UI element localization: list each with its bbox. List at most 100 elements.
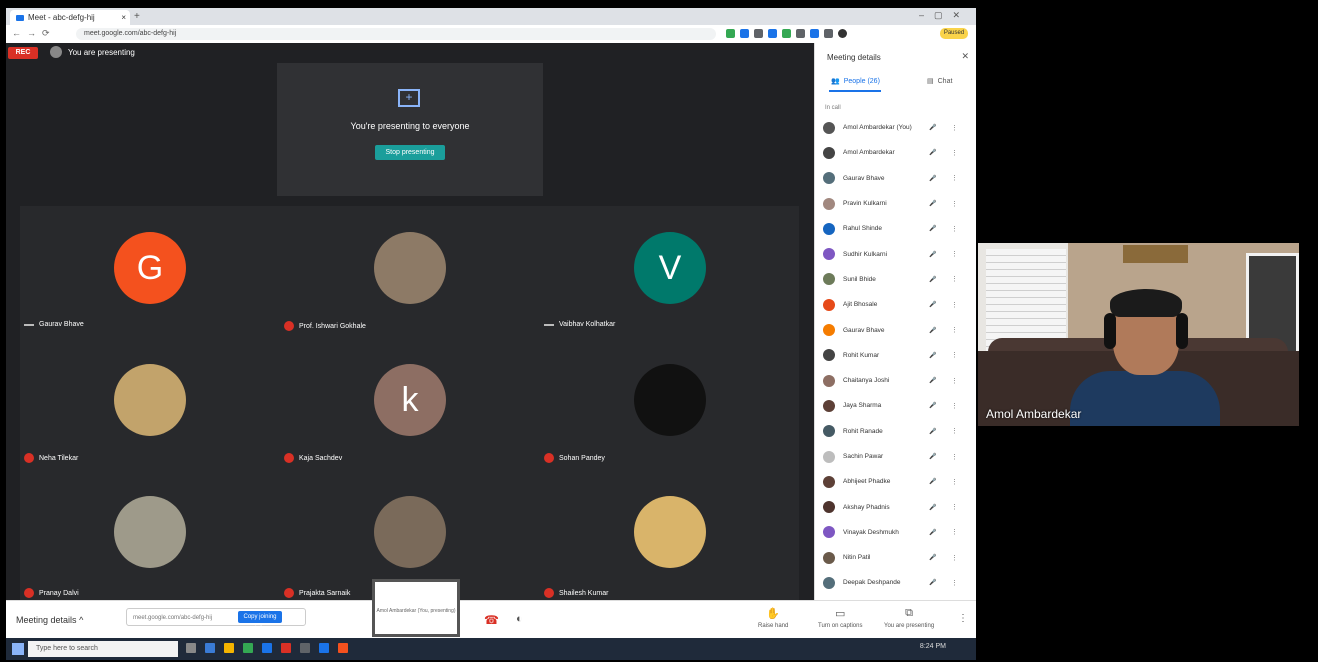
tab-chat[interactable]: ▤ Chat (927, 77, 952, 86)
mic-off-icon[interactable]: 🎤 (929, 402, 936, 409)
copy-joining-info-button[interactable]: Copy joining info (238, 611, 282, 632)
participant-list-item[interactable]: Vinayak Deshmukh 🎤 ⋮ (823, 520, 969, 545)
more-options-icon[interactable]: ⋮ (951, 174, 958, 182)
extension-icon[interactable] (740, 29, 749, 38)
extension-icon[interactable] (810, 29, 819, 38)
close-tab-icon[interactable]: × (121, 13, 126, 22)
mic-off-icon[interactable]: 🎤 (929, 554, 936, 561)
mic-off-icon[interactable]: 🎤 (929, 149, 936, 156)
chrome-icon[interactable] (243, 643, 253, 653)
participant-list-item[interactable]: Akshay Phadnis 🎤 ⋮ (823, 494, 969, 519)
participant-list-item[interactable]: Nitin Patil 🎤 ⋮ (823, 545, 969, 570)
participant-tile[interactable]: Shailesh Kumar (540, 470, 799, 601)
participant-list-item[interactable]: Rohit Kumar 🎤 ⋮ (823, 343, 969, 368)
more-options-icon[interactable]: ⋮ (951, 124, 958, 132)
mic-off-icon[interactable]: 🎤 (929, 352, 936, 359)
participant-tile[interactable]: Pranay Dalvi (20, 470, 279, 601)
extension-icon[interactable] (726, 29, 735, 38)
participant-list-item[interactable]: Chaitanya Joshi 🎤 ⋮ (823, 368, 969, 393)
raise-hand-button[interactable]: ✋ Raise hand (758, 607, 788, 629)
participant-list-item[interactable]: Jaya Sharma 🎤 ⋮ (823, 393, 969, 418)
more-options-icon[interactable]: ⋮ (951, 301, 958, 309)
more-options-icon[interactable]: ⋮ (951, 351, 958, 359)
participant-list-item[interactable]: Gaurav Bhave 🎤 ⋮ (823, 317, 969, 342)
more-options-icon[interactable]: ⋮ (951, 427, 958, 435)
participant-tile[interactable]: Neha Tilekar (20, 338, 279, 469)
mic-off-icon[interactable]: 🎤 (929, 579, 936, 586)
more-options-icon[interactable]: ⋮ (958, 613, 968, 624)
camera-icon[interactable]: ◐ (516, 613, 523, 625)
participant-list-item[interactable]: Rohit Ranade 🎤 ⋮ (823, 419, 969, 444)
window-controls[interactable]: –▢✕ (919, 10, 970, 21)
participant-tile[interactable]: Prof. Ishwari Gokhale (280, 206, 539, 337)
mic-off-icon[interactable]: 🎤 (929, 478, 936, 485)
more-options-icon[interactable]: ⋮ (951, 225, 958, 233)
more-options-icon[interactable]: ⋮ (951, 275, 958, 283)
more-options-icon[interactable]: ⋮ (951, 528, 958, 536)
participant-list-item[interactable]: Ajit Bhosale 🎤 ⋮ (823, 292, 969, 317)
participant-tile[interactable]: k Kaja Sachdev (280, 338, 539, 469)
extension-icon[interactable] (824, 29, 833, 38)
more-options-icon[interactable]: ⋮ (951, 579, 958, 587)
hang-up-icon[interactable]: ☎ (484, 613, 499, 627)
mic-off-icon[interactable]: 🎤 (929, 175, 936, 182)
meeting-details-button[interactable]: Meeting details ^ (16, 615, 83, 625)
profile-button[interactable]: Paused (940, 28, 968, 39)
present-now-button[interactable]: ⧉ You are presenting (884, 607, 934, 629)
more-options-icon[interactable]: ⋮ (951, 503, 958, 511)
avatar[interactable] (838, 29, 847, 38)
folder-icon[interactable] (224, 643, 234, 653)
app-icon[interactable] (300, 643, 310, 653)
app-icon[interactable] (338, 643, 348, 653)
mic-off-icon[interactable]: 🎤 (929, 453, 936, 460)
participant-tile[interactable]: Sohan Pandey (540, 338, 799, 469)
more-options-icon[interactable]: ⋮ (951, 326, 958, 334)
app-icon[interactable] (262, 643, 272, 653)
more-options-icon[interactable]: ⋮ (951, 554, 958, 562)
app-icon[interactable] (281, 643, 291, 653)
participant-list-item[interactable]: Pravin Kulkarni 🎤 ⋮ (823, 191, 969, 216)
participant-list-item[interactable]: Sachin Pawar 🎤 ⋮ (823, 444, 969, 469)
close-icon[interactable]: ✕ (961, 51, 969, 62)
presentation-thumbnail[interactable]: Amol Ambardekar (You, presenting) (372, 579, 460, 637)
edge-icon[interactable] (205, 643, 215, 653)
more-options-icon[interactable]: ⋮ (951, 377, 958, 385)
extension-icon[interactable] (796, 29, 805, 38)
mic-off-icon[interactable]: 🎤 (929, 428, 936, 435)
tab-people[interactable]: 👥 People (26) (831, 77, 880, 86)
new-tab-icon[interactable]: + (134, 11, 140, 22)
mic-off-icon[interactable]: 🎤 (929, 225, 936, 232)
mic-off-icon[interactable]: 🎤 (929, 276, 936, 283)
stop-presenting-button[interactable]: Stop presenting (375, 145, 445, 160)
more-options-icon[interactable]: ⋮ (951, 200, 958, 208)
participant-list-item[interactable]: Deepak Deshpande 🎤 ⋮ (823, 570, 969, 595)
task-view-icon[interactable] (186, 643, 196, 653)
windows-start-icon[interactable] (12, 643, 24, 655)
address-input[interactable]: meet.google.com/abc-defg-hij (76, 28, 716, 40)
mic-off-icon[interactable]: 🎤 (929, 200, 936, 207)
more-options-icon[interactable]: ⋮ (951, 478, 958, 486)
app-icon[interactable] (319, 643, 329, 653)
nav-buttons-icon[interactable]: ←→⟳ (12, 28, 56, 39)
captions-button[interactable]: ▭ Turn on captions (818, 607, 862, 629)
participant-list-item[interactable]: Amol Ambardekar (You) 🎤 ⋮ (823, 115, 969, 140)
extension-icon[interactable] (768, 29, 777, 38)
more-options-icon[interactable]: ⋮ (951, 250, 958, 258)
mic-off-icon[interactable]: 🎤 (929, 327, 936, 334)
taskbar-search-input[interactable]: Type here to search (28, 641, 178, 657)
participant-tile[interactable]: G Gaurav Bhave (20, 206, 279, 337)
participant-list-item[interactable]: Sunil Bhide 🎤 ⋮ (823, 267, 969, 292)
more-options-icon[interactable]: ⋮ (951, 453, 958, 461)
participant-tile[interactable]: V Vaibhav Kolhatkar (540, 206, 799, 337)
participant-list-item[interactable]: Rahul Shinde 🎤 ⋮ (823, 216, 969, 241)
participant-list-item[interactable]: Sudhir Kulkarni 🎤 ⋮ (823, 241, 969, 266)
participant-list-item[interactable]: Amol Ambardekar 🎤 ⋮ (823, 140, 969, 165)
mic-off-icon[interactable]: 🎤 (929, 251, 936, 258)
mic-off-icon[interactable]: 🎤 (929, 301, 936, 308)
mic-off-icon[interactable]: 🎤 (929, 504, 936, 511)
browser-tab[interactable]: Meet - abc-defg-hij × (10, 10, 130, 25)
more-options-icon[interactable]: ⋮ (951, 402, 958, 410)
mic-off-icon[interactable]: 🎤 (929, 124, 936, 131)
mic-off-icon[interactable]: 🎤 (929, 529, 936, 536)
more-options-icon[interactable]: ⋮ (951, 149, 958, 157)
